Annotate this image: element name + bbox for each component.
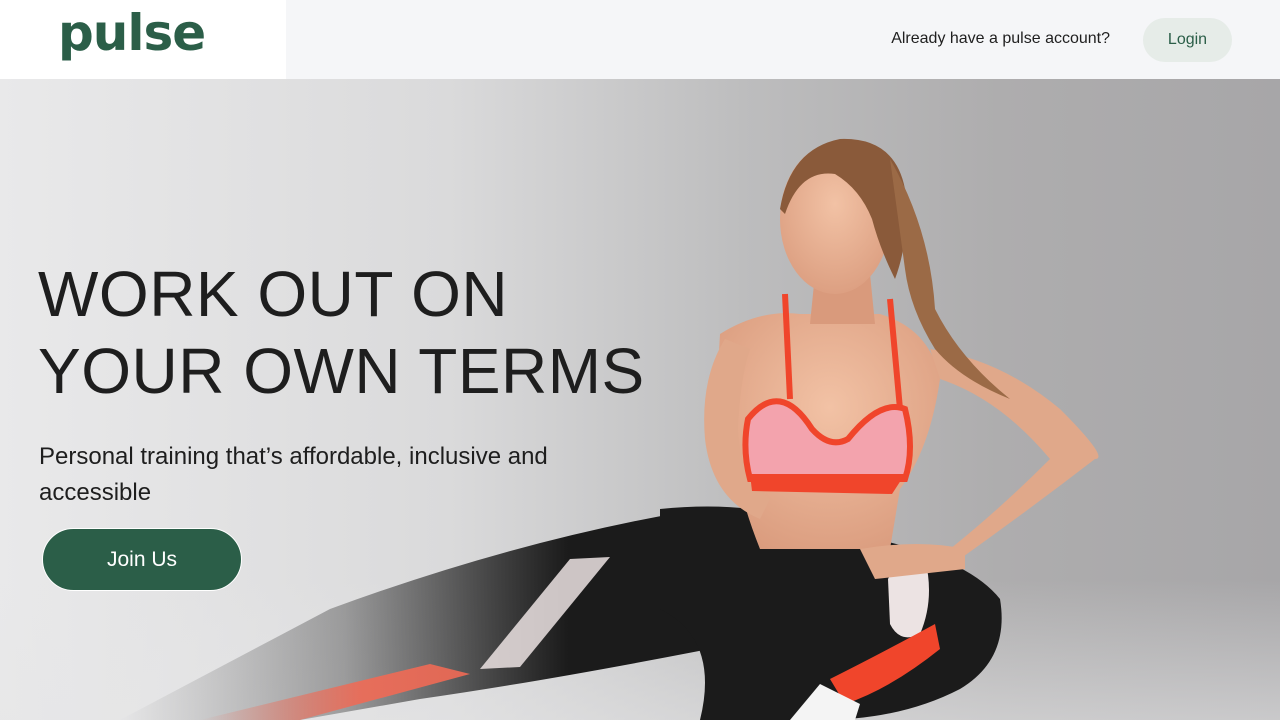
- pulse-logo[interactable]: pulse: [58, 4, 206, 62]
- account-prompt: Already have a pulse account?: [891, 30, 1110, 47]
- hero-section: WORK OUT ON YOUR OWN TERMS Personal trai…: [0, 79, 1280, 720]
- join-us-button[interactable]: Join Us: [42, 528, 242, 591]
- login-button[interactable]: Login: [1143, 18, 1232, 62]
- hero-subtitle: Personal training that’s affordable, inc…: [39, 443, 548, 506]
- headline-line-1: WORK OUT ON: [38, 258, 509, 330]
- top-nav: pulse Already have a pulse account? Logi…: [0, 0, 1280, 79]
- headline-line-2: YOUR OWN TERMS: [38, 335, 645, 407]
- hero-headline: WORK OUT ON YOUR OWN TERMS: [38, 256, 645, 410]
- logo-container: pulse: [0, 0, 286, 79]
